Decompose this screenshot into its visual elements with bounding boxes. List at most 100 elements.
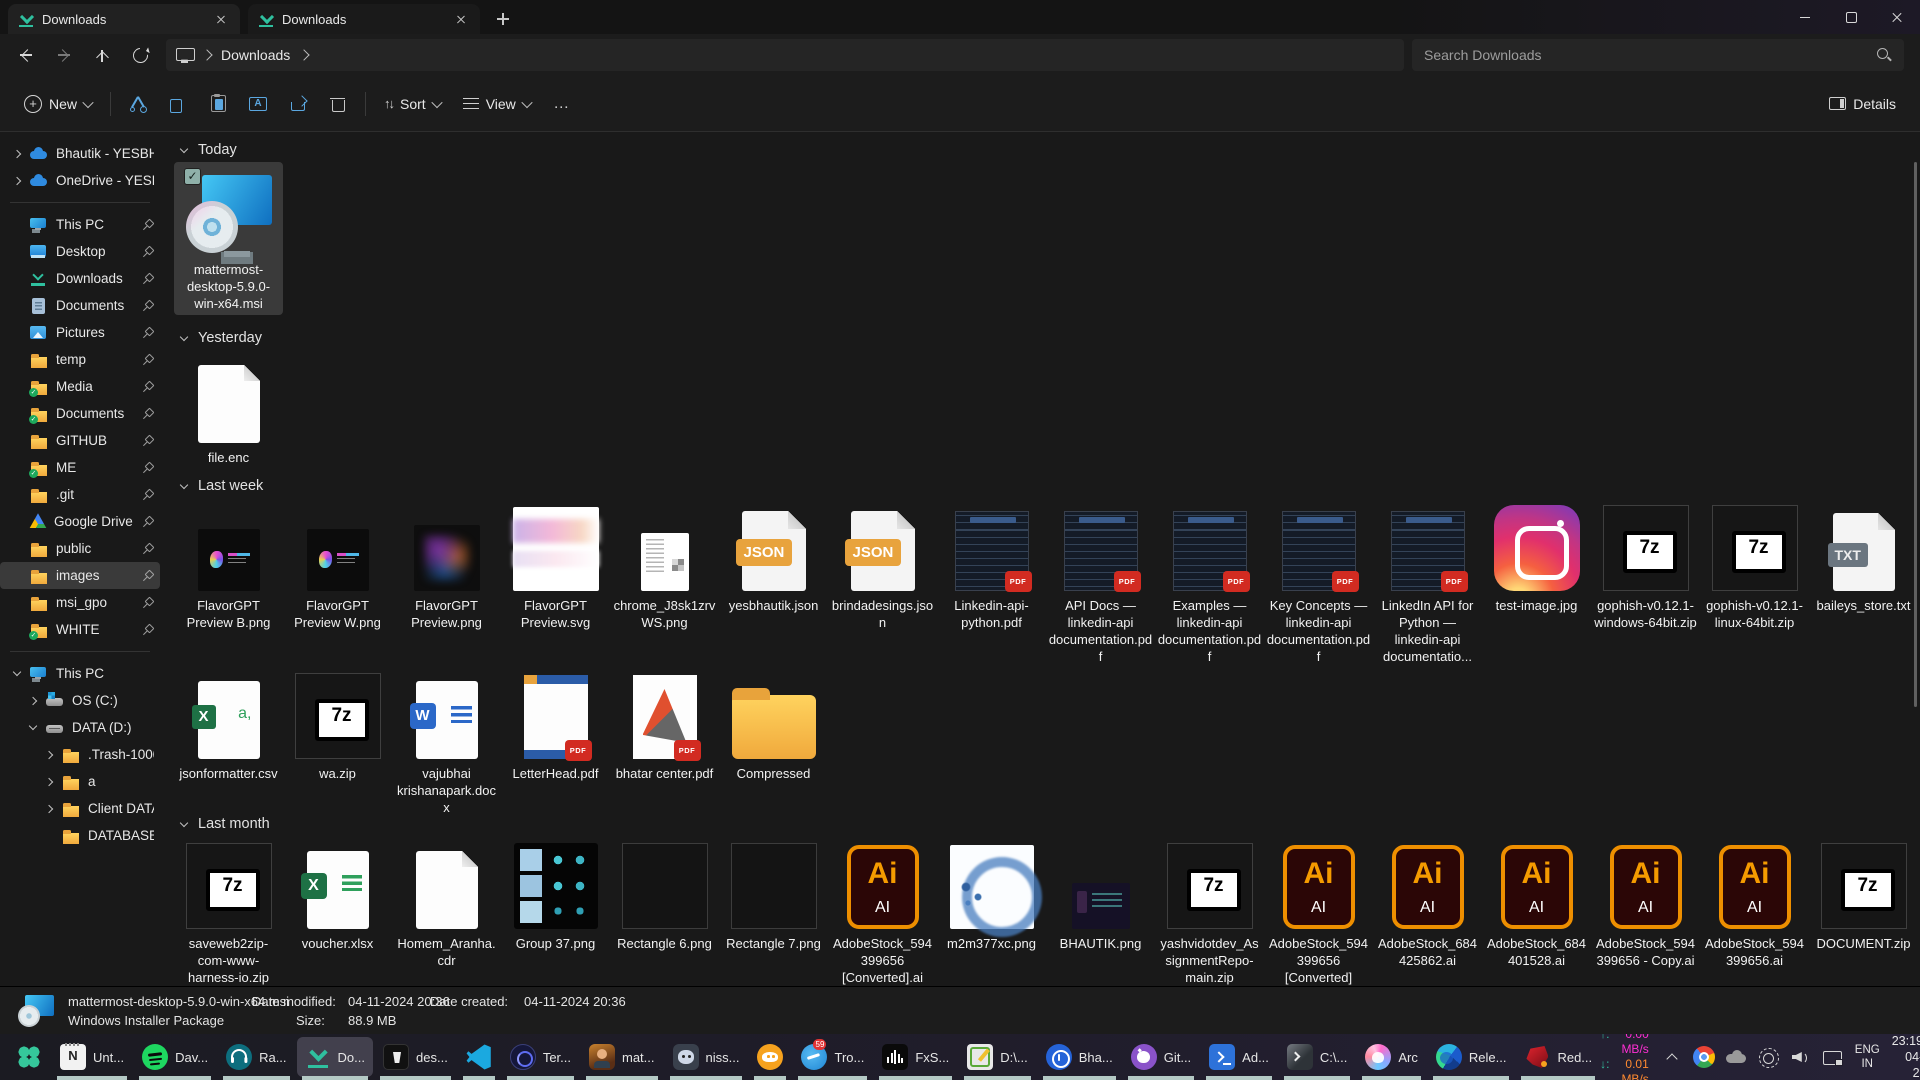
tree-chevron-icon[interactable]	[44, 750, 54, 760]
file-tile[interactable]: AdobeStock_594399656.ai	[1700, 836, 1809, 972]
details-button[interactable]: Details	[1819, 88, 1906, 120]
paste-button[interactable]	[199, 85, 237, 123]
file-tile[interactable]: yesbhautik.json	[719, 498, 828, 617]
sidebar-tree-item[interactable]: This PC	[0, 660, 160, 687]
file-tile[interactable]: vajubhai krishanapark.docx	[392, 666, 501, 819]
chevron-right-icon[interactable]	[12, 149, 22, 159]
file-tile[interactable]: ✓ mattermost-desktop-5.9.0-win-x64.msi	[174, 162, 283, 315]
taskbar-app[interactable]: Bha...	[1038, 1037, 1121, 1077]
sidebar-pinned-item[interactable]: public	[0, 535, 160, 562]
sidebar-pinned-item[interactable]: Pictures	[0, 319, 160, 346]
tree-chevron-icon[interactable]	[28, 723, 38, 733]
refresh-button[interactable]	[122, 39, 158, 71]
sidebar-pinned-item[interactable]: .git	[0, 481, 160, 508]
file-tile[interactable]: Examples — linkedin-api documentation.pd…	[1155, 498, 1264, 668]
close-button[interactable]	[1874, 0, 1920, 34]
file-tile[interactable]: BHAUTIK.png	[1046, 836, 1155, 955]
taskbar-app[interactable]: C:\...	[1279, 1037, 1355, 1077]
taskbar-app[interactable]: FxS...	[874, 1037, 957, 1077]
file-tile[interactable]: saveweb2zip-com-www-harness-io.zip	[174, 836, 283, 986]
taskbar-app[interactable]: Red...	[1516, 1037, 1600, 1077]
file-tile[interactable]: Compressed	[719, 666, 828, 785]
sidebar-pinned-item[interactable]: Desktop	[0, 238, 160, 265]
tab-downloads-active[interactable]: Downloads	[8, 4, 240, 34]
tree-chevron-icon[interactable]	[44, 777, 54, 787]
file-tile[interactable]: gophish-v0.12.1-linux-64bit.zip	[1700, 498, 1809, 634]
taskbar-app[interactable]: Ad...	[1201, 1037, 1277, 1077]
tree-chevron-icon[interactable]	[12, 669, 22, 679]
taskbar-app[interactable]: Rele...	[1428, 1037, 1515, 1077]
file-tile[interactable]: FlavorGPT Preview.svg	[501, 498, 610, 634]
file-tile[interactable]: Rectangle 6.png	[610, 836, 719, 955]
network-speed-widget[interactable]: ↑:0.00 MB/s ↓:0.01 MB/s	[1600, 1027, 1649, 1080]
file-tile[interactable]: Homem_Aranha.cdr	[392, 836, 501, 972]
sidebar-tree-item[interactable]: a	[0, 768, 160, 795]
file-tile[interactable]: Key Concepts — linkedin-api documentatio…	[1264, 498, 1373, 668]
sidebar-pinned-item[interactable]: Downloads	[0, 265, 160, 292]
file-tile[interactable]: baileys_store.txt	[1809, 498, 1918, 617]
file-tile[interactable]: yashvidotdev_AssignmentRepo-main.zip	[1155, 836, 1264, 986]
file-tile[interactable]: FlavorGPT Preview.png	[392, 498, 501, 634]
cut-button[interactable]	[119, 85, 157, 123]
file-tile[interactable]: DOCUMENT.zip	[1809, 836, 1918, 955]
file-tile[interactable]: API Docs — linkedin-api documentation.pd…	[1046, 498, 1155, 668]
sidebar-pinned-item[interactable]: GITHUB	[0, 427, 160, 454]
clock[interactable]: 23:19:54 04-11-2024	[1892, 1033, 1920, 1080]
sidebar-tree-item[interactable]: Client DATA	[0, 795, 160, 822]
back-button[interactable]	[8, 39, 44, 71]
file-tile[interactable]: AdobeStock_684425862.ai	[1373, 836, 1482, 972]
language-indicator[interactable]: ENG IN	[1855, 1043, 1880, 1071]
file-tile[interactable]: FlavorGPT Preview W.png	[283, 498, 392, 634]
sidebar-pinned-item[interactable]: ME	[0, 454, 160, 481]
vertical-scrollbar[interactable]	[1914, 162, 1917, 707]
taskbar-app[interactable]: des...	[375, 1037, 456, 1077]
rename-button[interactable]: A	[239, 85, 277, 123]
group-header-today[interactable]: Today	[160, 132, 1920, 162]
file-tile[interactable]: test-image.jpg	[1482, 498, 1591, 617]
group-header-last-week[interactable]: Last week	[160, 468, 1920, 498]
file-tile[interactable]: AdobeStock_594399656 [Converted] copy.ai	[1264, 836, 1373, 986]
sidebar-tree-item[interactable]: .Trash-1000	[0, 741, 160, 768]
sidebar-pinned-item[interactable]: temp	[0, 346, 160, 373]
breadcrumb-item[interactable]: Downloads	[221, 47, 290, 63]
tree-chevron-icon[interactable]	[44, 831, 54, 841]
file-tile[interactable]: Rectangle 7.png	[719, 836, 828, 955]
taskbar-app[interactable]	[8, 1037, 50, 1077]
taskbar-app[interactable]: Do...	[297, 1037, 373, 1077]
sidebar-pinned-item[interactable]: This PC	[0, 211, 160, 238]
onedrive-icon[interactable]	[1725, 1046, 1747, 1068]
new-button[interactable]: + New	[14, 87, 102, 121]
breadcrumb[interactable]: Downloads	[166, 39, 1404, 71]
tab-close-icon[interactable]	[452, 10, 470, 28]
group-header-yesterday[interactable]: Yesterday	[160, 320, 1920, 350]
taskbar-app[interactable]: Git...	[1123, 1037, 1199, 1077]
search-input[interactable]: Search Downloads	[1412, 39, 1904, 71]
copy-button[interactable]	[159, 85, 197, 123]
file-tile[interactable]: gophish-v0.12.1-windows-64bit.zip	[1591, 498, 1700, 634]
chevron-right-icon[interactable]	[12, 176, 22, 186]
view-button[interactable]: View	[453, 88, 541, 120]
chrome-icon[interactable]	[1693, 1046, 1715, 1068]
tab-close-icon[interactable]	[212, 10, 230, 28]
file-tile[interactable]: LinkedIn API for Python — linkedin-api d…	[1373, 498, 1482, 668]
file-tile[interactable]: voucher.xlsx	[283, 836, 392, 955]
sort-button[interactable]: ↑↓ Sort	[374, 88, 451, 120]
sidebar-pinned-item[interactable]: WHITE	[0, 616, 160, 643]
volume-icon[interactable]	[1789, 1046, 1811, 1068]
sidebar-pinned-item[interactable]: Google Drive	[0, 508, 160, 535]
new-tab-button[interactable]	[490, 6, 516, 32]
file-tile[interactable]: AdobeStock_684401528.ai	[1482, 836, 1591, 972]
taskbar-app[interactable]	[458, 1037, 500, 1077]
file-tile[interactable]: m2m377xc.png	[937, 836, 1046, 955]
file-tile[interactable]: AdobeStock_594399656 [Converted].ai	[828, 836, 937, 986]
file-tile[interactable]: wa.zip	[283, 666, 392, 785]
sidebar-pinned-item[interactable]: Documents	[0, 292, 160, 319]
file-tile[interactable]: brindadesings.json	[828, 498, 937, 634]
sidebar-pinned-item[interactable]: Documents	[0, 400, 160, 427]
file-tile[interactable]: jsonformatter.csv	[174, 666, 283, 785]
file-tile[interactable]: Linkedin-api-python.pdf	[937, 498, 1046, 634]
taskbar-app[interactable]: Unt...	[52, 1037, 132, 1077]
taskbar-app[interactable]: Arc	[1357, 1037, 1426, 1077]
file-tile[interactable]: chrome_J8sk1zrvWS.png	[610, 498, 719, 634]
file-tile[interactable]: file.enc	[174, 350, 283, 469]
